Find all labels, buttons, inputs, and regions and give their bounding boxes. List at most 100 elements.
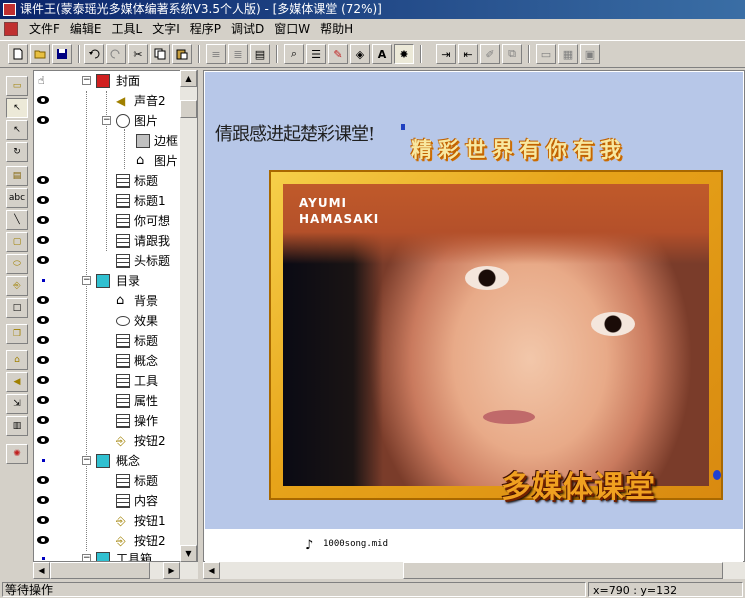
open-file-button[interactable] xyxy=(30,44,50,64)
tree-item-cover[interactable]: ☝ − 封面 xyxy=(34,71,179,91)
tree-item-toolbox[interactable]: − 工具箱 xyxy=(34,549,179,561)
tree-item-follow-me[interactable]: 请跟我 xyxy=(34,231,179,251)
align-left-button[interactable]: ≡ xyxy=(206,44,226,64)
redo-button[interactable] xyxy=(106,44,126,64)
menu-tools[interactable]: 工具L xyxy=(107,20,148,38)
eye-icon[interactable] xyxy=(37,416,49,424)
tree-item-contents[interactable]: − 目录 xyxy=(34,271,179,291)
eye-icon[interactable] xyxy=(37,496,49,504)
copy-button[interactable] xyxy=(150,44,170,64)
tool-rectangle[interactable]: ▢ xyxy=(6,232,28,252)
cut-button[interactable]: ✂ xyxy=(128,44,148,64)
tool-button[interactable]: ⎆ xyxy=(6,276,28,296)
photo-frame[interactable]: AYUMI HAMASAKI xyxy=(269,170,723,500)
eye-icon[interactable] xyxy=(37,236,49,244)
selection-handle[interactable] xyxy=(401,124,405,130)
eye-icon[interactable] xyxy=(37,476,49,484)
tree-item-title[interactable]: 标题 xyxy=(34,171,179,191)
link-button[interactable]: ⧉ xyxy=(502,44,522,64)
tool-line[interactable]: ╲ xyxy=(6,210,28,230)
scroll-right-arrow-icon[interactable]: ▶ xyxy=(163,562,180,579)
scroll-up-arrow-icon[interactable]: ▲ xyxy=(180,70,197,87)
scroll-down-arrow-icon[interactable]: ▼ xyxy=(180,545,197,562)
banner-text[interactable]: 精彩世界有你有我 xyxy=(411,134,627,164)
scroll-left-arrow-icon[interactable]: ◀ xyxy=(203,562,220,579)
menu-file[interactable]: 文件F xyxy=(24,20,65,38)
tree-item-attributes[interactable]: 属性 xyxy=(34,391,179,411)
fill-button[interactable]: ◈ xyxy=(350,44,370,64)
eye-icon[interactable] xyxy=(37,96,49,104)
tool-pointer[interactable]: ↖ xyxy=(6,120,28,140)
tree-item-frame[interactable]: 边框 xyxy=(34,131,179,151)
tool-text[interactable]: abc xyxy=(6,188,28,208)
new-file-button[interactable] xyxy=(8,44,28,64)
tool-shape[interactable]: ⬭ xyxy=(6,254,28,274)
tool-effect[interactable]: ✺ xyxy=(6,444,28,464)
preview-button[interactable]: ⌕ xyxy=(284,44,304,64)
lines-button[interactable]: ☰ xyxy=(306,44,326,64)
eye-icon[interactable] xyxy=(37,316,49,324)
tree-item-sound2[interactable]: ◀ 声音2 xyxy=(34,91,179,111)
scroll-thumb[interactable] xyxy=(180,100,197,118)
tree-item-image[interactable]: ⌂ 图片 xyxy=(34,151,179,171)
overlap-title-text[interactable]: 倩跟感进起楚彩课堂! xyxy=(215,120,375,146)
eye-icon[interactable] xyxy=(37,116,49,124)
bottom-title-text[interactable]: 多媒体课堂 xyxy=(501,462,656,506)
tool-text-box[interactable]: ▤ xyxy=(6,166,28,186)
scroll-thumb[interactable] xyxy=(50,562,150,579)
tree-item-effect[interactable]: 效果 xyxy=(34,311,179,331)
edit-button[interactable]: ✐ xyxy=(480,44,500,64)
document-icon[interactable] xyxy=(4,22,18,36)
tree-item-background[interactable]: ⌂ 背景 xyxy=(34,291,179,311)
import-button[interactable]: ⇥ xyxy=(436,44,456,64)
eye-icon[interactable] xyxy=(37,396,49,404)
eye-icon[interactable] xyxy=(37,436,49,444)
tree-vertical-scrollbar[interactable]: ▲ ▼ xyxy=(180,70,197,562)
tree-item-concept-page[interactable]: − 概念 xyxy=(34,451,179,471)
tree-item-concept[interactable]: 概念 xyxy=(34,351,179,371)
eye-icon[interactable] xyxy=(37,176,49,184)
eye-icon[interactable] xyxy=(37,376,49,384)
tree-item-button2[interactable]: ⎆ 按钮2 xyxy=(34,431,179,451)
tool-house[interactable]: ⌂ xyxy=(6,350,28,370)
eye-icon[interactable] xyxy=(37,196,49,204)
menu-help[interactable]: 帮助H xyxy=(315,20,358,38)
menu-edit[interactable]: 编辑E xyxy=(65,20,107,38)
eye-icon[interactable] xyxy=(37,256,49,264)
window1-button[interactable]: ▭ xyxy=(536,44,556,64)
media-file-label[interactable]: 1000song.mid xyxy=(323,539,388,549)
property-button[interactable]: ▤ xyxy=(250,44,270,64)
tree-item-button1[interactable]: ⎆ 按钮1 xyxy=(34,511,179,531)
undo-button[interactable] xyxy=(84,44,104,64)
tool-sound[interactable]: ◀ xyxy=(6,372,28,392)
selection-handle[interactable] xyxy=(713,470,721,480)
collapse-icon[interactable]: − xyxy=(102,116,111,125)
tree-item-you-want[interactable]: 你可想 xyxy=(34,211,179,231)
tree-item-tools[interactable]: 工具 xyxy=(34,371,179,391)
tree-item-title-3[interactable]: 标题 xyxy=(34,471,179,491)
tool-copy-object[interactable]: ❐ xyxy=(6,324,28,344)
tree-item-title-2[interactable]: 标题 xyxy=(34,331,179,351)
slide-canvas[interactable]: 倩跟感进起楚彩课堂! 精彩世界有你有我 AYUMI HAMASAKI 多媒体课堂 xyxy=(205,72,743,529)
tree-item-button2-b[interactable]: ⎆ 按钮2 xyxy=(34,531,179,551)
eye-icon[interactable] xyxy=(37,296,49,304)
tool-film[interactable]: ▥ xyxy=(6,416,28,436)
effect-button[interactable]: ✸ xyxy=(394,44,414,64)
font-button[interactable]: A xyxy=(372,44,392,64)
save-button[interactable] xyxy=(52,44,72,64)
eye-icon[interactable] xyxy=(37,356,49,364)
paste-button[interactable] xyxy=(172,44,192,64)
tree-item-head-title[interactable]: 头标题 xyxy=(34,251,179,271)
align-right-button[interactable]: ≣ xyxy=(228,44,248,64)
menu-program[interactable]: 程序P xyxy=(185,20,226,38)
tool-select[interactable]: ↖ xyxy=(6,98,28,118)
scroll-thumb[interactable] xyxy=(403,562,723,579)
color-button[interactable]: ✎ xyxy=(328,44,348,64)
eye-icon[interactable] xyxy=(37,336,49,344)
canvas-horizontal-scrollbar[interactable]: ◀ xyxy=(203,562,745,579)
tree-horizontal-scrollbar[interactable]: ◀ ▶ xyxy=(33,562,198,579)
tree-item-content[interactable]: 内容 xyxy=(34,491,179,511)
tool-animation[interactable]: ⇲ xyxy=(6,394,28,414)
tool-frame[interactable]: □ xyxy=(6,298,28,318)
midi-file-icon[interactable]: ♪ xyxy=(305,538,313,553)
